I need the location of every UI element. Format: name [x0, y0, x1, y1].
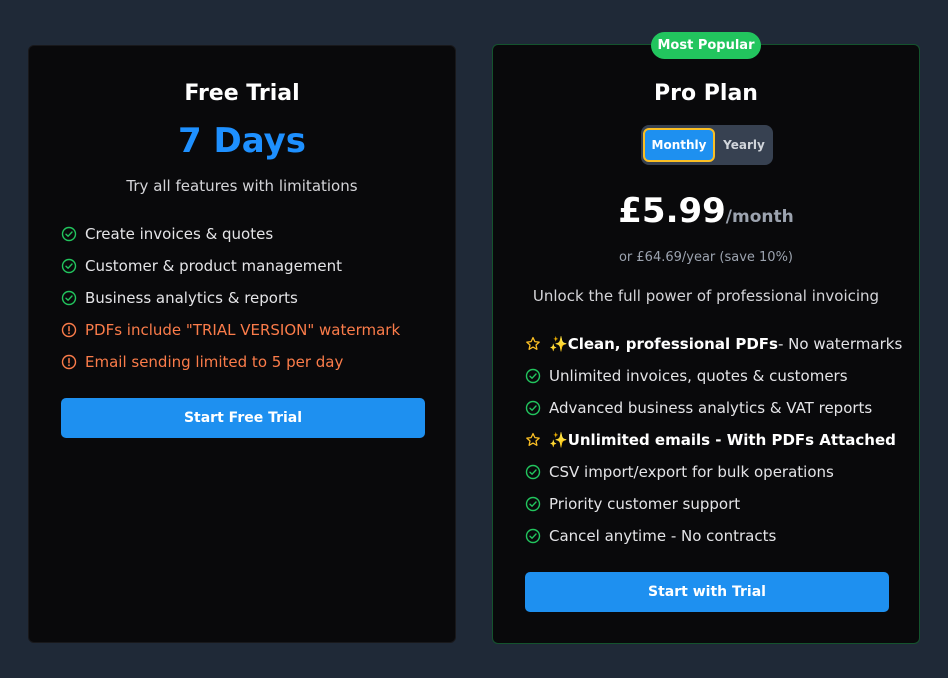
feature-text: Unlimited invoices, quotes & customers	[549, 367, 848, 385]
feature-text: CSV import/export for bulk operations	[549, 463, 834, 481]
check-circle-icon	[525, 496, 541, 512]
feature-text: Email sending limited to 5 per day	[85, 353, 344, 371]
star-icon	[526, 432, 540, 446]
sparkle-icon: ✨	[549, 335, 568, 353]
star-icon	[526, 336, 540, 350]
feature-text: - No watermarks	[777, 335, 903, 353]
alert-circle-icon	[61, 322, 77, 338]
feature-text: Create invoices & quotes	[85, 225, 274, 243]
start-free-trial-button[interactable]: Start Free Trial	[61, 398, 425, 438]
pro-plan-subtitle: Unlock the full power of professional in…	[532, 287, 880, 305]
feature-text: PDFs include "TRIAL VERSION" watermark	[85, 321, 401, 339]
check-circle-icon	[61, 290, 77, 306]
billing-monthly-option[interactable]: Monthly	[643, 128, 715, 162]
check-circle-icon	[525, 464, 541, 480]
feature-text: Cancel anytime - No contracts	[549, 527, 777, 545]
most-popular-badge: Most Popular	[651, 32, 761, 59]
pro-plan-title: Pro Plan	[654, 81, 758, 106]
start-with-trial-button[interactable]: Start with Trial	[525, 572, 889, 612]
feature-text-bold: Clean, professional PDFs	[567, 335, 778, 353]
feature-text-bold: Unlimited emails - With PDFs Attached	[567, 431, 896, 449]
sparkle-icon: ✨	[549, 431, 568, 449]
alert-circle-icon	[61, 354, 77, 370]
pro-plan-card: Pro Plan Monthly Yearly £5.99/month or £…	[492, 44, 920, 644]
feature-text: Priority customer support	[549, 495, 741, 513]
check-circle-icon	[525, 400, 541, 416]
billing-yearly-option[interactable]: Yearly	[719, 128, 769, 162]
free-trial-subtitle: Try all features with limitations	[126, 177, 358, 195]
yearly-price-note: or £64.69/year (save 10%)	[618, 250, 794, 265]
pro-feature-list: ✨Clean, professional PDFs- No watermarks…	[525, 334, 915, 558]
price-amount: £5.99	[618, 191, 726, 231]
free-trial-title: Free Trial	[184, 81, 300, 106]
trial-duration: 7 Days	[177, 121, 306, 161]
free-trial-card: Free Trial 7 Days Try all features with …	[28, 45, 456, 643]
free-feature-list: Create invoices & quotes Customer & prod…	[61, 224, 441, 384]
feature-text: Business analytics & reports	[85, 289, 298, 307]
billing-period-toggle: Monthly Yearly	[641, 125, 773, 165]
feature-text: Customer & product management	[85, 257, 343, 275]
feature-text: Advanced business analytics & VAT report…	[549, 399, 873, 417]
check-circle-icon	[61, 258, 77, 274]
price-period: /month	[725, 207, 794, 227]
check-circle-icon	[61, 226, 77, 242]
check-circle-icon	[525, 368, 541, 384]
check-circle-icon	[525, 528, 541, 544]
price-display: £5.99/month	[493, 191, 919, 231]
